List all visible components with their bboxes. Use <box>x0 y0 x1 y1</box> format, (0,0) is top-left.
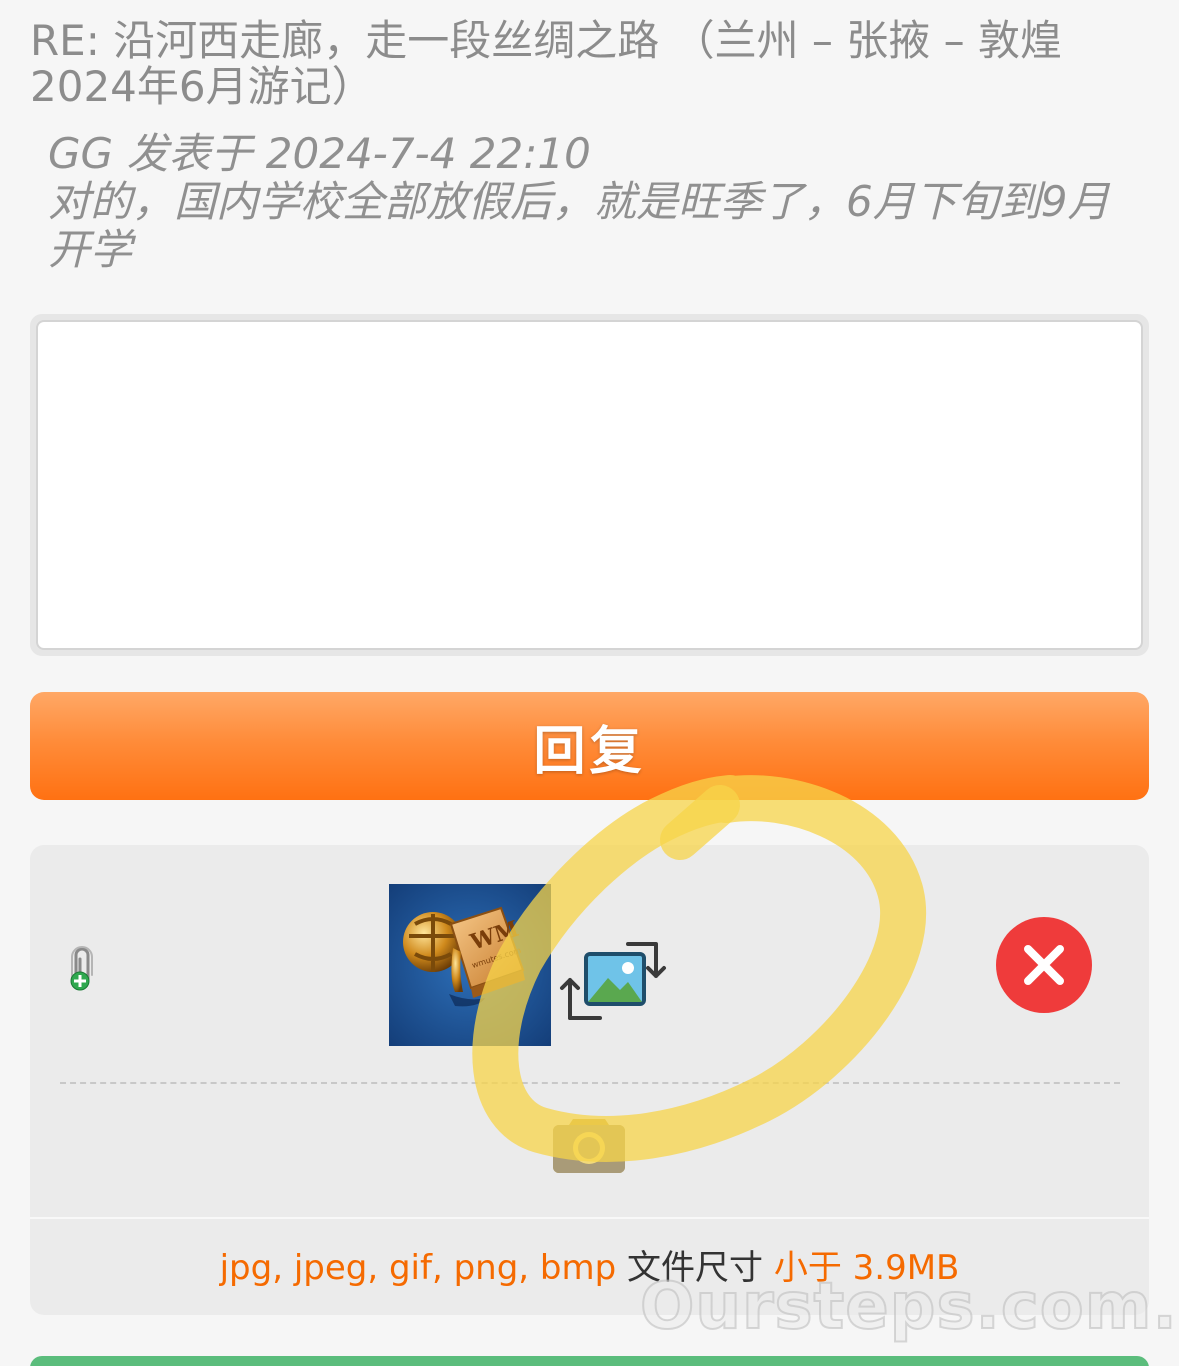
close-icon <box>1024 945 1064 985</box>
replace-image-icon[interactable] <box>556 938 672 1024</box>
file-format-hint: jpg, jpeg, gif, png, bmp 文件尺寸 小于 3.9MB <box>30 1217 1149 1315</box>
reply-textarea[interactable] <box>36 320 1143 650</box>
attachment-add-icon[interactable] <box>64 945 96 993</box>
hint-size-label: 文件尺寸 <box>627 1248 764 1288</box>
thread-title: RE: 沿河西走廊，走一段丝绸之路 （兰州 – 张掖 – 敦煌 2024年6月游… <box>30 16 1062 111</box>
hint-formats: jpg, jpeg, gif, png, bmp <box>219 1248 617 1288</box>
quote-meta: GG 发表于 2024-7-4 22:10 <box>48 129 591 178</box>
next-button-edge[interactable] <box>30 1356 1149 1366</box>
image-upload-panel: WM wmutes.com jpg, jpeg, gif, png, bmp 文… <box>30 845 1149 1315</box>
delete-image-button[interactable] <box>996 917 1092 1013</box>
uploaded-image-thumbnail: WM wmutes.com <box>389 884 551 1046</box>
reply-button[interactable]: 回复 <box>30 692 1149 800</box>
reply-box-frame <box>30 314 1149 656</box>
quote-body: 对的，国内学校全部放假后，就是旺季了，6月下旬到9月开学 <box>48 177 1110 274</box>
quoted-post: GG 发表于 2024-7-4 22:10 对的，国内学校全部放假后，就是旺季了… <box>48 130 1148 274</box>
hint-size-limit: 小于 3.9MB <box>773 1248 960 1288</box>
reply-page: RE: 沿河西走廊，走一段丝绸之路 （兰州 – 张掖 – 敦煌 2024年6月游… <box>0 0 1179 1366</box>
dashed-divider <box>60 1082 1120 1084</box>
camera-icon[interactable] <box>551 1113 627 1175</box>
